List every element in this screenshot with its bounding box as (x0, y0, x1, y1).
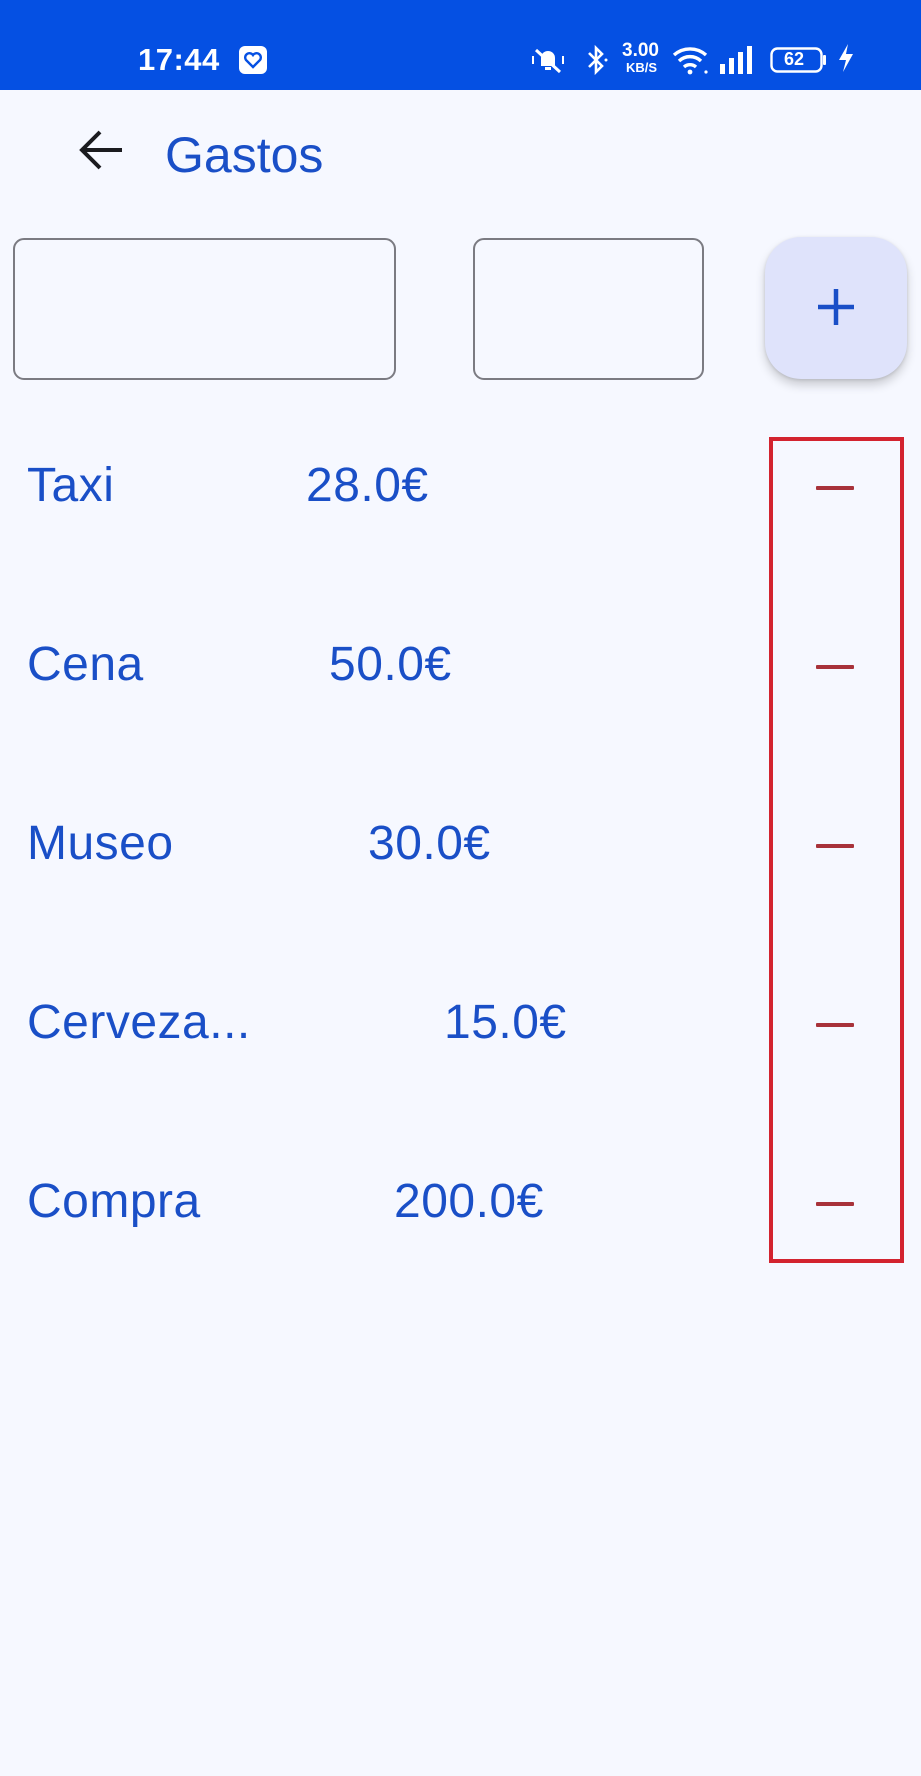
expense-amount-field[interactable] (473, 238, 704, 380)
expense-name: Cerveza... (27, 996, 251, 1049)
expense-amount: 200.0€ (394, 1175, 544, 1228)
status-icons: 3.00 KB/S 62 (530, 40, 860, 80)
expense-name-field[interactable] (13, 238, 396, 380)
status-bar: 17:44 3.00 KB/S 62 (0, 0, 921, 90)
battery-level: 62 (784, 49, 805, 69)
expense-name: Museo (27, 817, 174, 870)
expense-amount: 50.0€ (329, 638, 452, 691)
net-speed-unit: KB/S (626, 60, 658, 75)
vibrate-mute-icon (530, 44, 566, 81)
expense-name: Compra (27, 1175, 201, 1228)
app-bar: Gastos (0, 90, 921, 210)
wifi-icon (672, 44, 710, 81)
plus-icon (816, 287, 856, 330)
add-expense-button[interactable] (765, 237, 907, 379)
expense-name: Taxi (27, 459, 115, 512)
expense-name: Cena (27, 638, 144, 691)
bluetooth-icon (584, 44, 610, 81)
charging-icon (836, 42, 856, 79)
page-title: Gastos (165, 127, 324, 183)
expense-amount: 28.0€ (306, 459, 429, 512)
highlight-box (769, 437, 904, 1263)
expense-amount: 30.0€ (368, 817, 491, 870)
back-button[interactable] (66, 122, 136, 182)
arrow-left-icon (78, 129, 124, 176)
signal-icon (718, 44, 756, 81)
net-speed-value: 3.00 (622, 40, 659, 61)
heart-app-icon (238, 45, 268, 75)
status-time: 17:44 (138, 42, 220, 77)
expense-amount: 15.0€ (444, 996, 567, 1049)
